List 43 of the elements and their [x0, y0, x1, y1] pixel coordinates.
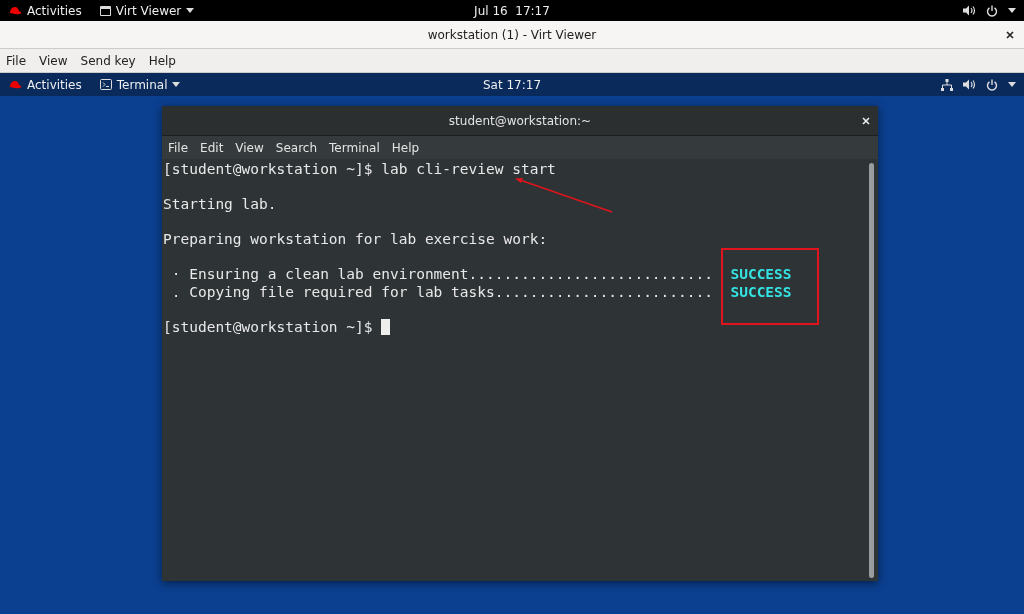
menu-item[interactable]: View	[39, 53, 68, 68]
activities-button[interactable]: Activities	[8, 3, 82, 18]
power-icon[interactable]	[986, 78, 998, 91]
terminal-line: · Ensuring a clean lab environment............................	[170, 266, 713, 284]
menu-item[interactable]: Help	[148, 53, 176, 68]
close-icon	[862, 116, 870, 125]
menu-item[interactable]: Help	[391, 140, 420, 155]
window-title: student@workstation:~	[448, 113, 592, 128]
terminal-line: . Copying file required for lab tasks.........................	[170, 283, 713, 301]
scrollbar[interactable]	[869, 163, 874, 578]
terminal-line: [student@workstation ~]$ lab cli-review start	[163, 161, 556, 179]
app-menu[interactable]: Virt Viewer	[99, 3, 195, 18]
close-button[interactable]	[1006, 30, 1014, 39]
hat-logo-icon	[8, 5, 22, 16]
close-icon	[1006, 30, 1014, 39]
terminal-icon	[99, 79, 112, 90]
terminal-line: Starting lab.	[163, 196, 277, 214]
terminal-line: Preparing workstation for lab exercise work:	[163, 231, 548, 249]
window-title: workstation (1) - Virt Viewer	[427, 27, 597, 42]
hat-logo-icon	[8, 79, 22, 90]
network-icon[interactable]	[941, 78, 953, 91]
caret-icon	[1008, 82, 1016, 87]
status-text: SUCCESS	[730, 266, 792, 284]
menu-item[interactable]: File	[6, 53, 27, 68]
clock[interactable]: Jul 16 17:17	[474, 3, 550, 18]
caret-icon	[186, 8, 195, 13]
window-icon	[99, 5, 111, 16]
status-text: SUCCESS	[730, 283, 792, 301]
menu-item[interactable]: Terminal	[329, 140, 380, 155]
power-icon[interactable]	[986, 4, 998, 17]
caret-icon	[172, 82, 181, 87]
menu-item[interactable]: View	[235, 140, 264, 155]
menu-item[interactable]: Search	[275, 140, 318, 155]
terminal-prompt: [student@workstation ~]$	[163, 318, 374, 336]
volume-icon[interactable]	[963, 79, 976, 90]
activities-button[interactable]: Activities	[8, 77, 82, 92]
app-menu[interactable]: Terminal	[99, 77, 181, 92]
menu-item[interactable]: File	[168, 140, 189, 155]
menu-item[interactable]: Send key	[80, 53, 136, 68]
menu-item[interactable]: Edit	[200, 140, 224, 155]
clock[interactable]: Sat 17:17	[482, 77, 542, 92]
caret-icon	[1008, 8, 1016, 13]
volume-icon[interactable]	[963, 5, 976, 16]
